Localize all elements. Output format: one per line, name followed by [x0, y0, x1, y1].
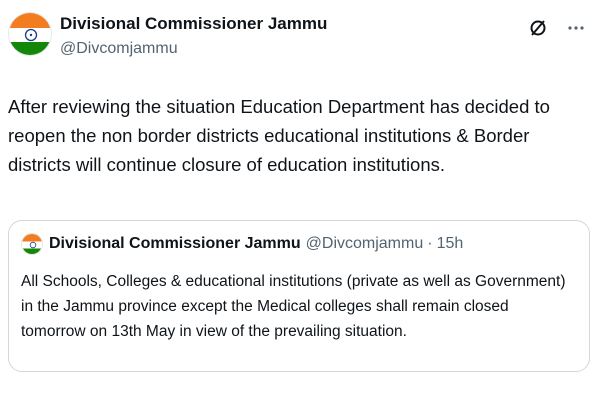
tweet-text: After reviewing the situation Education …: [8, 96, 550, 175]
more-horizontal-icon[interactable]: [564, 16, 588, 40]
quoted-author-avatar: [21, 233, 43, 255]
author-handle[interactable]: @Divcomjammu: [60, 38, 327, 60]
author-avatar[interactable]: [8, 12, 52, 56]
quoted-tweet-text: All Schools, Colleges & educational inst…: [21, 273, 566, 340]
quoted-tweet[interactable]: Divisional Commissioner Jammu @Divcomjam…: [8, 220, 590, 372]
separator-dot: ·: [427, 235, 433, 252]
quoted-author-display-name: Divisional Commissioner Jammu: [49, 235, 301, 252]
author-display-name[interactable]: Divisional Commissioner Jammu: [60, 14, 327, 34]
quoted-tweet-header: Divisional Commissioner Jammu @Divcomjam…: [21, 233, 463, 255]
quoted-tweet-time[interactable]: 15h: [437, 235, 464, 253]
header-actions: [526, 16, 588, 40]
tweet-header: Divisional Commissioner Jammu @Divcomjam…: [8, 12, 592, 72]
author-info: Divisional Commissioner Jammu @Divcomjam…: [60, 14, 327, 60]
tweet-card: Divisional Commissioner Jammu @Divcomjam…: [0, 0, 600, 400]
quoted-author-handle: @Divcomjammu: [305, 235, 424, 252]
slashed-circle-icon[interactable]: [526, 16, 550, 40]
